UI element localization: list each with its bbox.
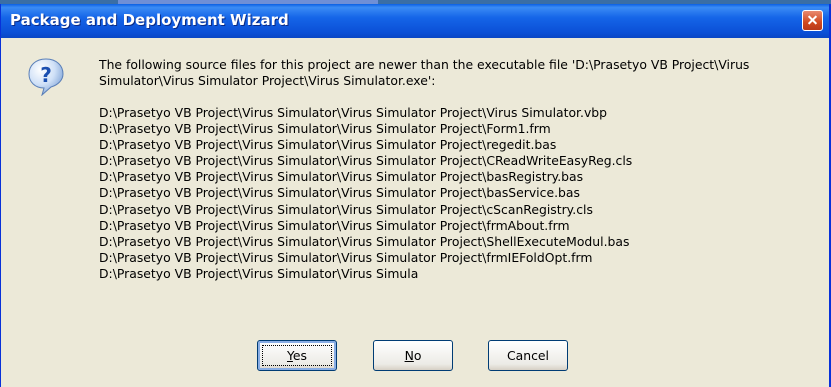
file-list-item: D:\Prasetyo VB Project\Virus Simulator\V…	[99, 169, 584, 185]
no-button-label: No	[404, 348, 422, 363]
wizard-dialog: Package and Deployment Wizard ? The foll…	[0, 4, 831, 387]
file-list-item: D:\Prasetyo VB Project\Virus Simulator\V…	[99, 265, 419, 281]
svg-text:?: ?	[40, 63, 52, 87]
close-icon[interactable]	[802, 10, 823, 31]
file-list-item: D:\Prasetyo VB Project\Virus Simulator\V…	[99, 185, 580, 201]
file-list-item: D:\Prasetyo VB Project\Virus Simulator\V…	[99, 217, 570, 233]
yes-button-label: Yes	[286, 348, 307, 363]
file-list-item: D:\Prasetyo VB Project\Virus Simulator\V…	[99, 201, 593, 217]
file-list: D:\Prasetyo VB Project\Virus Simulator\V…	[99, 105, 827, 282]
file-list-item: D:\Prasetyo VB Project\Virus Simulator\V…	[99, 105, 608, 120]
cancel-button[interactable]: Cancel	[488, 340, 568, 371]
no-button[interactable]: No	[373, 340, 453, 371]
cancel-button-label: Cancel	[507, 348, 549, 363]
message-intro: The following source files for this proj…	[99, 57, 750, 88]
yes-button[interactable]: Yes	[257, 340, 337, 371]
file-list-item: D:\Prasetyo VB Project\Virus Simulator\V…	[99, 233, 630, 249]
file-list-item: D:\Prasetyo VB Project\Virus Simulator\V…	[99, 153, 633, 169]
question-icon: ?	[28, 58, 64, 96]
file-list-item: D:\Prasetyo VB Project\Virus Simulator\V…	[99, 121, 551, 137]
file-list-item: D:\Prasetyo VB Project\Virus Simulator\V…	[99, 137, 557, 153]
file-list-item: D:\Prasetyo VB Project\Virus Simulator\V…	[99, 249, 593, 265]
title-bar[interactable]: Package and Deployment Wizard	[1, 4, 829, 38]
message-body: The following source files for this proj…	[99, 57, 827, 282]
window-title: Package and Deployment Wizard	[10, 11, 289, 29]
